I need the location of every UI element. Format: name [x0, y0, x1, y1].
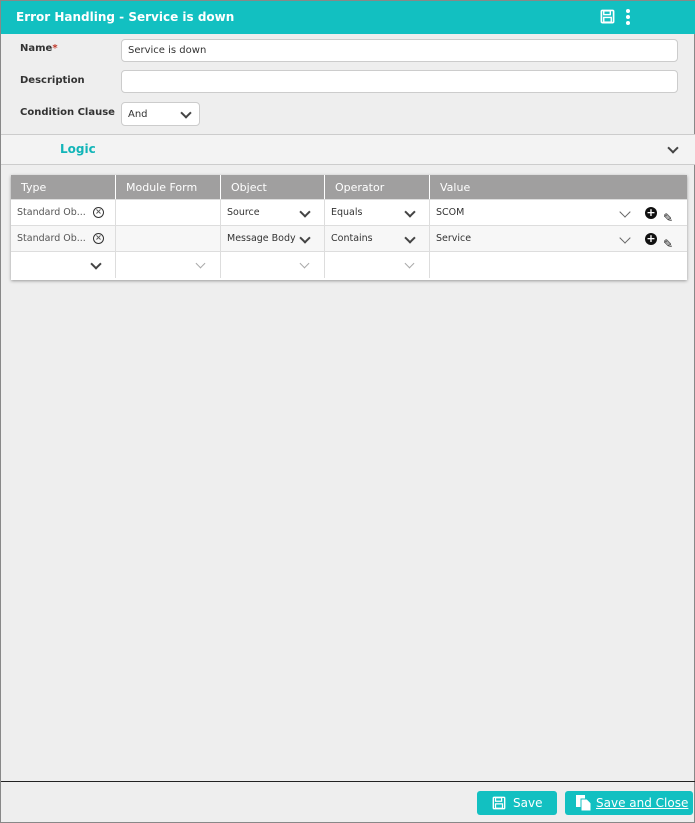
- column-header-value: Value: [440, 181, 471, 194]
- save-icon: [492, 796, 506, 810]
- footer-divider: [1, 781, 695, 782]
- object-select[interactable]: [221, 252, 325, 278]
- table-header: Type Module Form Object Operator Value: [11, 175, 687, 200]
- save-button[interactable]: Save: [477, 791, 557, 815]
- type-cell[interactable]: Standard Ob... ×: [11, 226, 116, 251]
- chevron-down-icon: [404, 232, 416, 244]
- chevron-down-icon: [299, 258, 310, 269]
- save-and-close-button[interactable]: Save and Close: [565, 791, 693, 815]
- chevron-down-icon: [299, 232, 311, 244]
- value-select[interactable]: SCOM + ✎: [430, 200, 687, 225]
- chevron-down-icon: [180, 107, 192, 119]
- description-label: Description: [20, 75, 85, 86]
- more-vertical-icon[interactable]: [625, 9, 631, 29]
- module-form-select[interactable]: [116, 252, 221, 278]
- table-row: Standard Ob... × Source Equals SCOM + ✎: [11, 200, 687, 226]
- name-input[interactable]: Service is down: [121, 39, 678, 62]
- condition-clause-select[interactable]: And: [121, 102, 200, 126]
- dialog-title: Error Handling - Service is down: [16, 10, 235, 24]
- dialog: Error Handling - Service is down Name* S…: [0, 0, 695, 823]
- name-label: Name*: [20, 43, 58, 54]
- save-icon[interactable]: [600, 9, 615, 28]
- chevron-down-icon: [195, 258, 206, 269]
- column-header-type: Type: [11, 175, 116, 199]
- value-select[interactable]: Service + ✎: [430, 226, 687, 251]
- chevron-down-icon: [619, 206, 631, 218]
- clear-icon[interactable]: ×: [93, 233, 104, 244]
- column-header-operator: Operator: [325, 175, 430, 199]
- logic-title: Logic: [60, 142, 96, 156]
- value-input[interactable]: [430, 252, 687, 278]
- module-form-cell[interactable]: [116, 200, 221, 225]
- chevron-down-icon[interactable]: [667, 142, 679, 154]
- chevron-down-icon: [404, 258, 415, 269]
- chevron-down-icon: [619, 232, 631, 244]
- column-header-module-form: Module Form: [116, 175, 221, 199]
- add-icon[interactable]: +: [645, 233, 657, 245]
- type-select[interactable]: [11, 252, 116, 278]
- logic-section-header[interactable]: Logic: [1, 134, 695, 165]
- operator-select[interactable]: [325, 252, 430, 278]
- chevron-down-icon: [90, 258, 102, 270]
- description-input[interactable]: [121, 70, 678, 93]
- object-select[interactable]: Source: [221, 200, 325, 225]
- table-row: Standard Ob... × Message Body Contains Se…: [11, 226, 687, 252]
- condition-clause-label: Condition Clause: [20, 107, 115, 118]
- chevron-down-icon: [299, 206, 311, 218]
- copy-icon: [576, 795, 592, 812]
- add-icon[interactable]: +: [645, 207, 657, 219]
- clear-icon[interactable]: ×: [93, 207, 104, 218]
- module-form-cell[interactable]: [116, 226, 221, 251]
- column-header-object: Object: [221, 175, 325, 199]
- title-bar: Error Handling - Service is down: [1, 1, 695, 34]
- type-cell[interactable]: Standard Ob... ×: [11, 200, 116, 225]
- logic-table: Type Module Form Object Operator Value S…: [11, 175, 687, 280]
- operator-select[interactable]: Equals: [325, 200, 430, 225]
- object-select[interactable]: Message Body: [221, 226, 325, 251]
- chevron-down-icon: [404, 206, 416, 218]
- operator-select[interactable]: Contains: [325, 226, 430, 251]
- new-row: [11, 252, 687, 278]
